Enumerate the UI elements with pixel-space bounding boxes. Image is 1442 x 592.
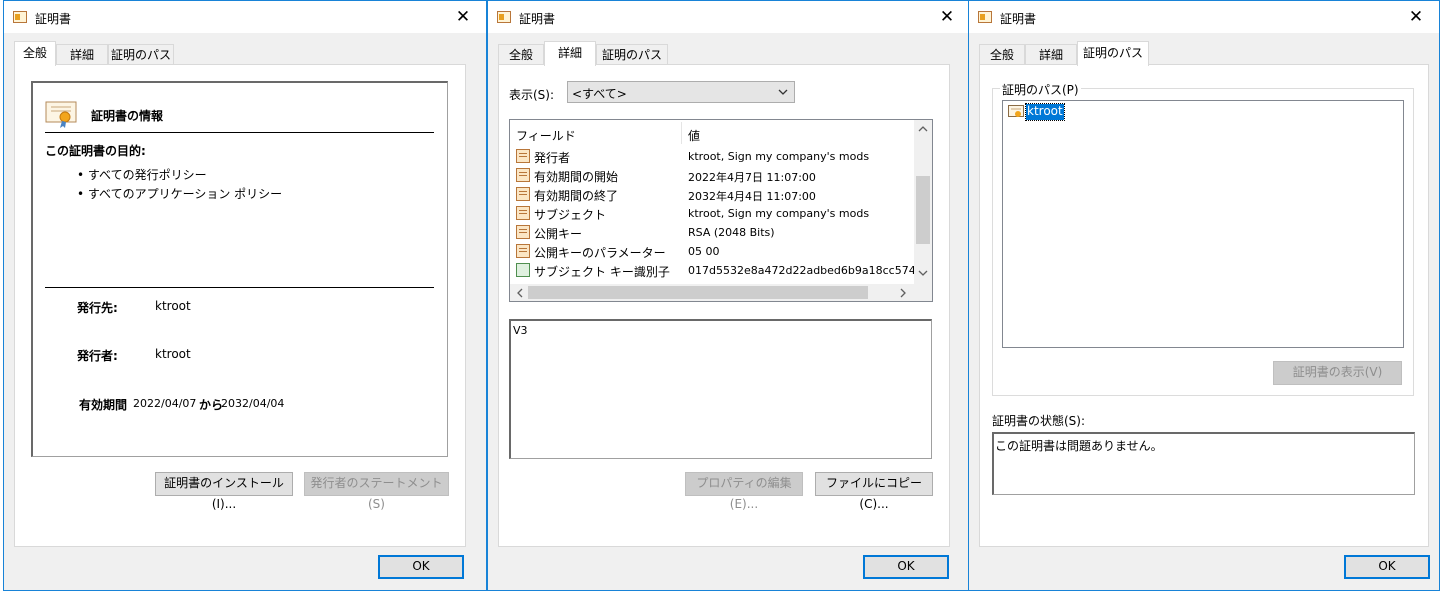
- tab-details[interactable]: 詳細: [56, 44, 108, 65]
- purpose-item: • すべてのアプリケーション ポリシー: [77, 187, 283, 201]
- window-title: 証明書: [519, 12, 556, 26]
- horizontal-scrollbar[interactable]: [510, 284, 914, 301]
- cert-field-icon: [516, 206, 530, 220]
- window-title: 証明書: [35, 12, 72, 26]
- certificate-icon: [1008, 105, 1024, 117]
- vertical-scrollbar[interactable]: [914, 120, 932, 284]
- general-panel: 証明書の情報 この証明書の目的: • すべての発行ポリシー • すべてのアプリケ…: [14, 64, 466, 547]
- cert-path-tree[interactable]: ktroot: [1002, 100, 1404, 348]
- field-rows: 発行者 ktroot, Sign my company's mods 有効期間の…: [510, 120, 914, 284]
- certificate-dialog-general: 証明書 ✕ 全般 詳細 証明のパス 証明書の情報 この証明書の目的: • すべて…: [3, 0, 487, 591]
- valid-from: 2022/04/07: [133, 397, 197, 410]
- certificate-dialog-path: 証明書 ✕ 全般 詳細 証明のパス 証明のパス(P) ktroot 証明書の表示…: [968, 0, 1440, 591]
- copy-to-file-button[interactable]: ファイルにコピー(C)...: [815, 472, 933, 511]
- certificate-icon: [13, 11, 27, 23]
- close-button[interactable]: ✕: [924, 1, 970, 33]
- tab-general[interactable]: 全般: [979, 44, 1025, 65]
- certificate-dialog-details: 証明書 ✕ 全般 詳細 証明のパス 表示(S): <すべて> フィールド 値 発…: [487, 0, 971, 591]
- issued-by-label: 発行者:: [77, 349, 118, 363]
- show-select-value: <すべて>: [572, 87, 627, 101]
- scrollbar-corner: [914, 284, 932, 301]
- close-button[interactable]: ✕: [1393, 1, 1439, 33]
- cert-status-text: この証明書は問題ありません。: [995, 439, 1163, 453]
- ok-button[interactable]: OK: [1344, 555, 1430, 579]
- certificate-large-icon: [45, 101, 77, 128]
- tab-cert-path[interactable]: 証明のパス: [108, 44, 174, 65]
- certificate-info-title: 証明書の情報: [91, 109, 164, 123]
- list-item[interactable]: 有効期間の終了 2032年4月4日 11:07:00: [516, 185, 914, 204]
- scroll-up-icon[interactable]: [918, 125, 928, 132]
- issued-to-label: 発行先:: [77, 301, 118, 315]
- ok-button[interactable]: OK: [378, 555, 464, 579]
- cert-path-group-label: 証明のパス(P): [1000, 81, 1081, 98]
- tab-general[interactable]: 全般: [14, 41, 56, 66]
- issuer-statement-button[interactable]: 発行者のステートメント(S): [304, 472, 449, 511]
- show-select[interactable]: <すべて>: [567, 81, 795, 103]
- list-item[interactable]: 公開キー RSA (2048 Bits): [516, 223, 914, 242]
- certificate-icon: [497, 11, 511, 23]
- valid-to: 2032/04/04: [221, 397, 285, 410]
- list-item[interactable]: 公開キーのパラメーター 05 00: [516, 242, 914, 261]
- list-item[interactable]: 発行者 ktroot, Sign my company's mods: [516, 147, 914, 166]
- divider: [45, 287, 434, 288]
- purpose-item: • すべての発行ポリシー: [77, 168, 207, 182]
- issued-to-value: ktroot: [155, 299, 191, 313]
- cert-field-icon: [516, 244, 530, 258]
- scroll-down-icon[interactable]: [918, 270, 928, 277]
- scroll-right-icon[interactable]: [900, 288, 907, 298]
- cert-status-box[interactable]: この証明書は問題ありません。: [992, 432, 1415, 495]
- divider: [45, 132, 434, 133]
- certificate-info-box: 証明書の情報 この証明書の目的: • すべての発行ポリシー • すべてのアプリケ…: [31, 81, 448, 457]
- valid-separator: から: [199, 398, 224, 412]
- title-bar: 証明書 ✕: [488, 1, 970, 33]
- detail-value-text: V3: [513, 324, 528, 337]
- scroll-left-icon[interactable]: [516, 288, 523, 298]
- cert-status-label: 証明書の状態(S):: [992, 414, 1086, 428]
- view-certificate-button[interactable]: 証明書の表示(V): [1273, 361, 1402, 385]
- tab-details[interactable]: 詳細: [1025, 44, 1077, 65]
- scrollbar-thumb[interactable]: [528, 286, 868, 299]
- window-title: 証明書: [1000, 12, 1037, 26]
- detail-value-box[interactable]: V3: [509, 319, 932, 459]
- install-certificate-button[interactable]: 証明書のインストール(I)...: [155, 472, 293, 511]
- issued-by-value: ktroot: [155, 347, 191, 361]
- details-panel: 表示(S): <すべて> フィールド 値 発行者 ktroot, Sign my…: [498, 64, 950, 547]
- list-item[interactable]: サブジェクト ktroot, Sign my company's mods: [516, 204, 914, 223]
- tab-cert-path[interactable]: 証明のパス: [596, 44, 668, 65]
- field-list[interactable]: フィールド 値 発行者 ktroot, Sign my company's mo…: [509, 119, 933, 302]
- validity-label: 有効期間: [79, 398, 128, 412]
- chevron-down-icon: [778, 89, 788, 95]
- cert-field-icon: [516, 187, 530, 201]
- tab-cert-path[interactable]: 証明のパス: [1077, 41, 1149, 66]
- cert-field-icon: [516, 168, 530, 182]
- cert-field-icon: [516, 149, 530, 163]
- close-button[interactable]: ✕: [440, 1, 486, 33]
- scrollbar-thumb[interactable]: [916, 176, 930, 244]
- list-item[interactable]: 有効期間の開始 2022年4月7日 11:07:00: [516, 166, 914, 185]
- extension-icon: [516, 263, 530, 277]
- cert-path-panel: 証明のパス(P) ktroot 証明書の表示(V) 証明書の状態(S): この証…: [979, 64, 1429, 547]
- tab-details[interactable]: 詳細: [544, 41, 596, 66]
- title-bar: 証明書 ✕: [4, 1, 486, 33]
- list-item[interactable]: サブジェクト キー識別子 017d5532e8a472d22adbed6b9a1…: [516, 261, 914, 280]
- purpose-label: この証明書の目的:: [45, 144, 146, 158]
- cert-field-icon: [516, 225, 530, 239]
- ok-button[interactable]: OK: [863, 555, 949, 579]
- edit-properties-button[interactable]: プロパティの編集(E)...: [685, 472, 803, 511]
- tree-item-label: ktroot: [1025, 103, 1065, 121]
- certificate-icon: [978, 11, 992, 23]
- title-bar: 証明書 ✕: [969, 1, 1439, 33]
- show-label: 表示(S):: [509, 88, 555, 102]
- tab-general[interactable]: 全般: [498, 44, 544, 65]
